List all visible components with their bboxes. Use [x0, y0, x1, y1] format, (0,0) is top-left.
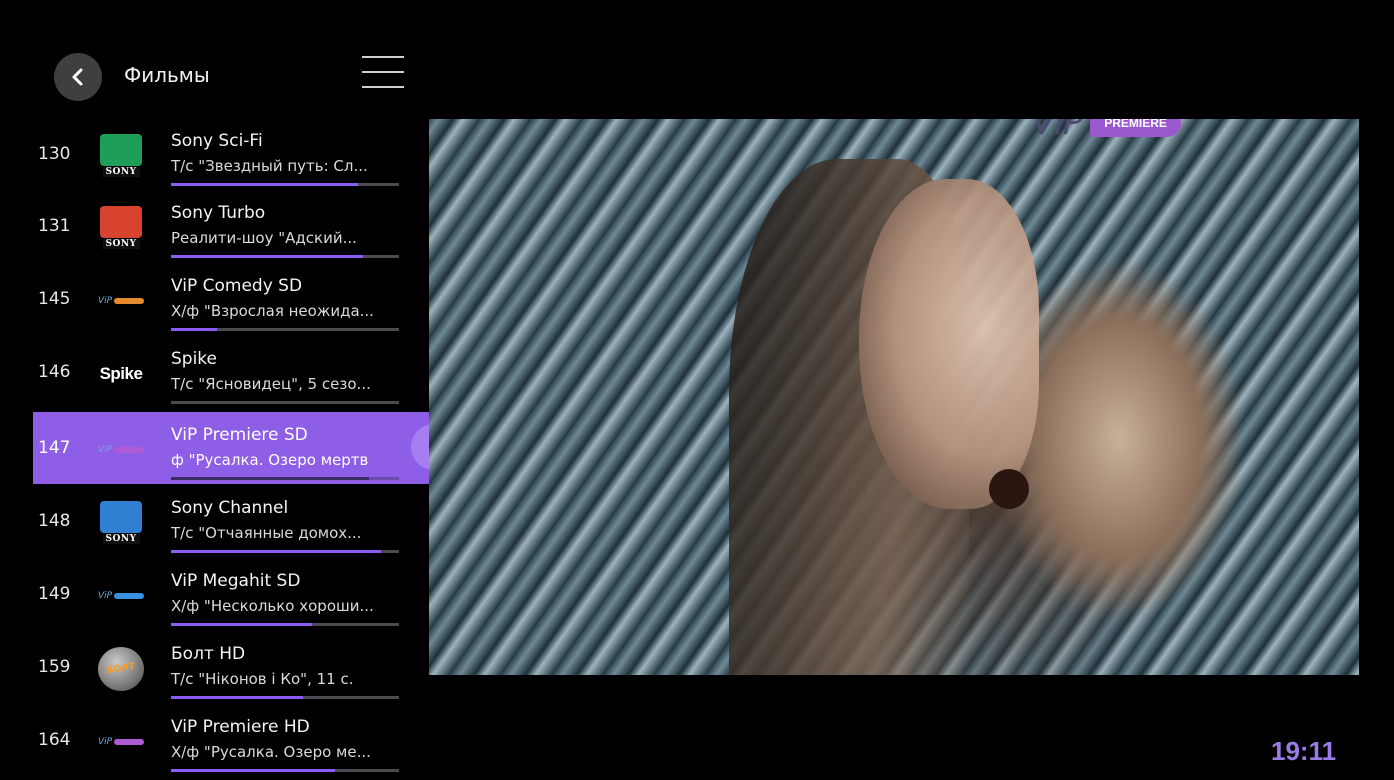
- page-title: Фильмы: [124, 63, 210, 87]
- sony-scifi-logo: SONY: [97, 134, 145, 178]
- channel-row[interactable]: 131 SONY Sony Turbo Реалити-шоу "Адский...: [33, 190, 470, 262]
- vip-comedy-logo: ViP: [97, 279, 145, 323]
- vip-premiere-logo: ViP: [97, 720, 145, 764]
- channel-name: Sony Turbo: [171, 203, 266, 223]
- clock: 19:11: [1271, 736, 1337, 766]
- channel-number: 146: [38, 362, 71, 382]
- program-progress: [171, 769, 399, 772]
- hamburger-line: [362, 86, 404, 88]
- program-title: Т/с "Ніконов і Ко", 11 с.: [171, 670, 354, 688]
- channel-row[interactable]: 145 ViP ViP Comedy SD Х/ф "Взрослая неожида…: [33, 263, 470, 335]
- channel-name: ViP Premiere HD: [171, 717, 310, 737]
- chevron-left-icon: [72, 68, 83, 86]
- channel-name: Sony Channel: [171, 498, 289, 518]
- channel-number: 145: [38, 289, 71, 309]
- watermark-vip: ViP: [1032, 119, 1083, 143]
- program-progress: [171, 696, 399, 699]
- program-title: Т/с "Отчаянные домох...: [171, 524, 362, 542]
- channel-row[interactable]: 159 БОЛТ Болт HD Т/с "Ніконов і Ко", 11 с.: [33, 631, 470, 703]
- menu-button[interactable]: [362, 56, 404, 90]
- channel-name: Sony Sci-Fi: [171, 131, 263, 151]
- program-progress: [171, 328, 399, 331]
- hamburger-icon: [362, 56, 404, 58]
- hamburger-line: [362, 71, 404, 73]
- channel-watermark: ViP PREMIERE: [1032, 119, 1181, 143]
- channel-row[interactable]: 164 ViP ViP Premiere HD Х/ф "Русалка. Озеро…: [33, 704, 470, 776]
- channel-number: 159: [38, 657, 71, 677]
- channel-list: 130 SONY Sony Sci-Fi Т/с "Звездный путь: Сл…: [33, 118, 470, 780]
- channel-row[interactable]: 147 ViP ViP Premiere SD ф "Русалка. Озеро м…: [33, 412, 470, 484]
- program-progress: [171, 401, 399, 404]
- channel-name: ViP Megahit SD: [171, 571, 301, 591]
- top-bar: Фильмы: [0, 0, 440, 118]
- video-frame-mouth: [989, 469, 1029, 509]
- channel-number: 164: [38, 730, 71, 750]
- program-progress-fill: [171, 328, 217, 331]
- spike-logo: Spike: [99, 364, 143, 383]
- program-title: ф "Русалка. Озеро мертв: [171, 451, 369, 469]
- program-progress-fill: [171, 696, 304, 699]
- program-title: Х/ф "Русалка. Озеро ме...: [171, 743, 371, 761]
- program-progress-fill: [171, 477, 370, 480]
- bolt-logo: БОЛТ: [97, 647, 145, 691]
- vip-megahit-logo: ViP: [97, 574, 145, 618]
- program-progress-fill: [171, 769, 336, 772]
- channel-row[interactable]: 149 ViP ViP Megahit SD Х/ф "Несколько хорош…: [33, 558, 470, 630]
- program-title: Т/с "Ясновидец", 5 сезо...: [171, 375, 371, 393]
- video-frame-face: [859, 179, 1039, 509]
- watermark-premiere: PREMIERE: [1090, 119, 1181, 137]
- channel-number: 149: [38, 584, 71, 604]
- program-title: Х/ф "Взрослая неожида...: [171, 302, 374, 320]
- channel-name: ViP Premiere SD: [171, 425, 308, 445]
- sony-turbo-logo: SONY: [97, 206, 145, 250]
- program-progress-fill: [171, 183, 358, 186]
- program-title: Реалити-шоу "Адский...: [171, 229, 357, 247]
- program-title: Т/с "Звездный путь: Сл...: [171, 157, 368, 175]
- program-progress: [171, 623, 399, 626]
- channel-name: Spike: [171, 349, 218, 369]
- program-progress-fill: [171, 623, 313, 626]
- channel-number: 131: [38, 216, 71, 236]
- back-button[interactable]: [54, 53, 102, 101]
- channel-number: 147: [38, 438, 71, 458]
- vip-premiere-logo: ViP: [97, 428, 145, 472]
- channel-number: 148: [38, 511, 71, 531]
- program-progress-fill: [171, 255, 363, 258]
- program-progress: [171, 255, 399, 258]
- sony-channel-logo: SONY: [97, 501, 145, 545]
- program-progress-fill: [171, 550, 381, 553]
- channel-number: 130: [38, 144, 71, 164]
- program-progress: [171, 183, 399, 186]
- program-progress: [171, 550, 399, 553]
- video-player[interactable]: ViP PREMIERE: [429, 119, 1359, 675]
- channel-row[interactable]: 148 SONY Sony Channel Т/с "Отчаянные домох.…: [33, 485, 470, 557]
- channel-row[interactable]: 146 Spike Spike Т/с "Ясновидец", 5 сезо...: [33, 336, 470, 408]
- program-progress: [171, 477, 399, 480]
- program-title: Х/ф "Несколько хороши...: [171, 597, 374, 615]
- channel-row[interactable]: 130 SONY Sony Sci-Fi Т/с "Звездный путь: Сл…: [33, 118, 470, 190]
- channel-name: Болт HD: [171, 644, 246, 664]
- channel-name: ViP Comedy SD: [171, 276, 303, 296]
